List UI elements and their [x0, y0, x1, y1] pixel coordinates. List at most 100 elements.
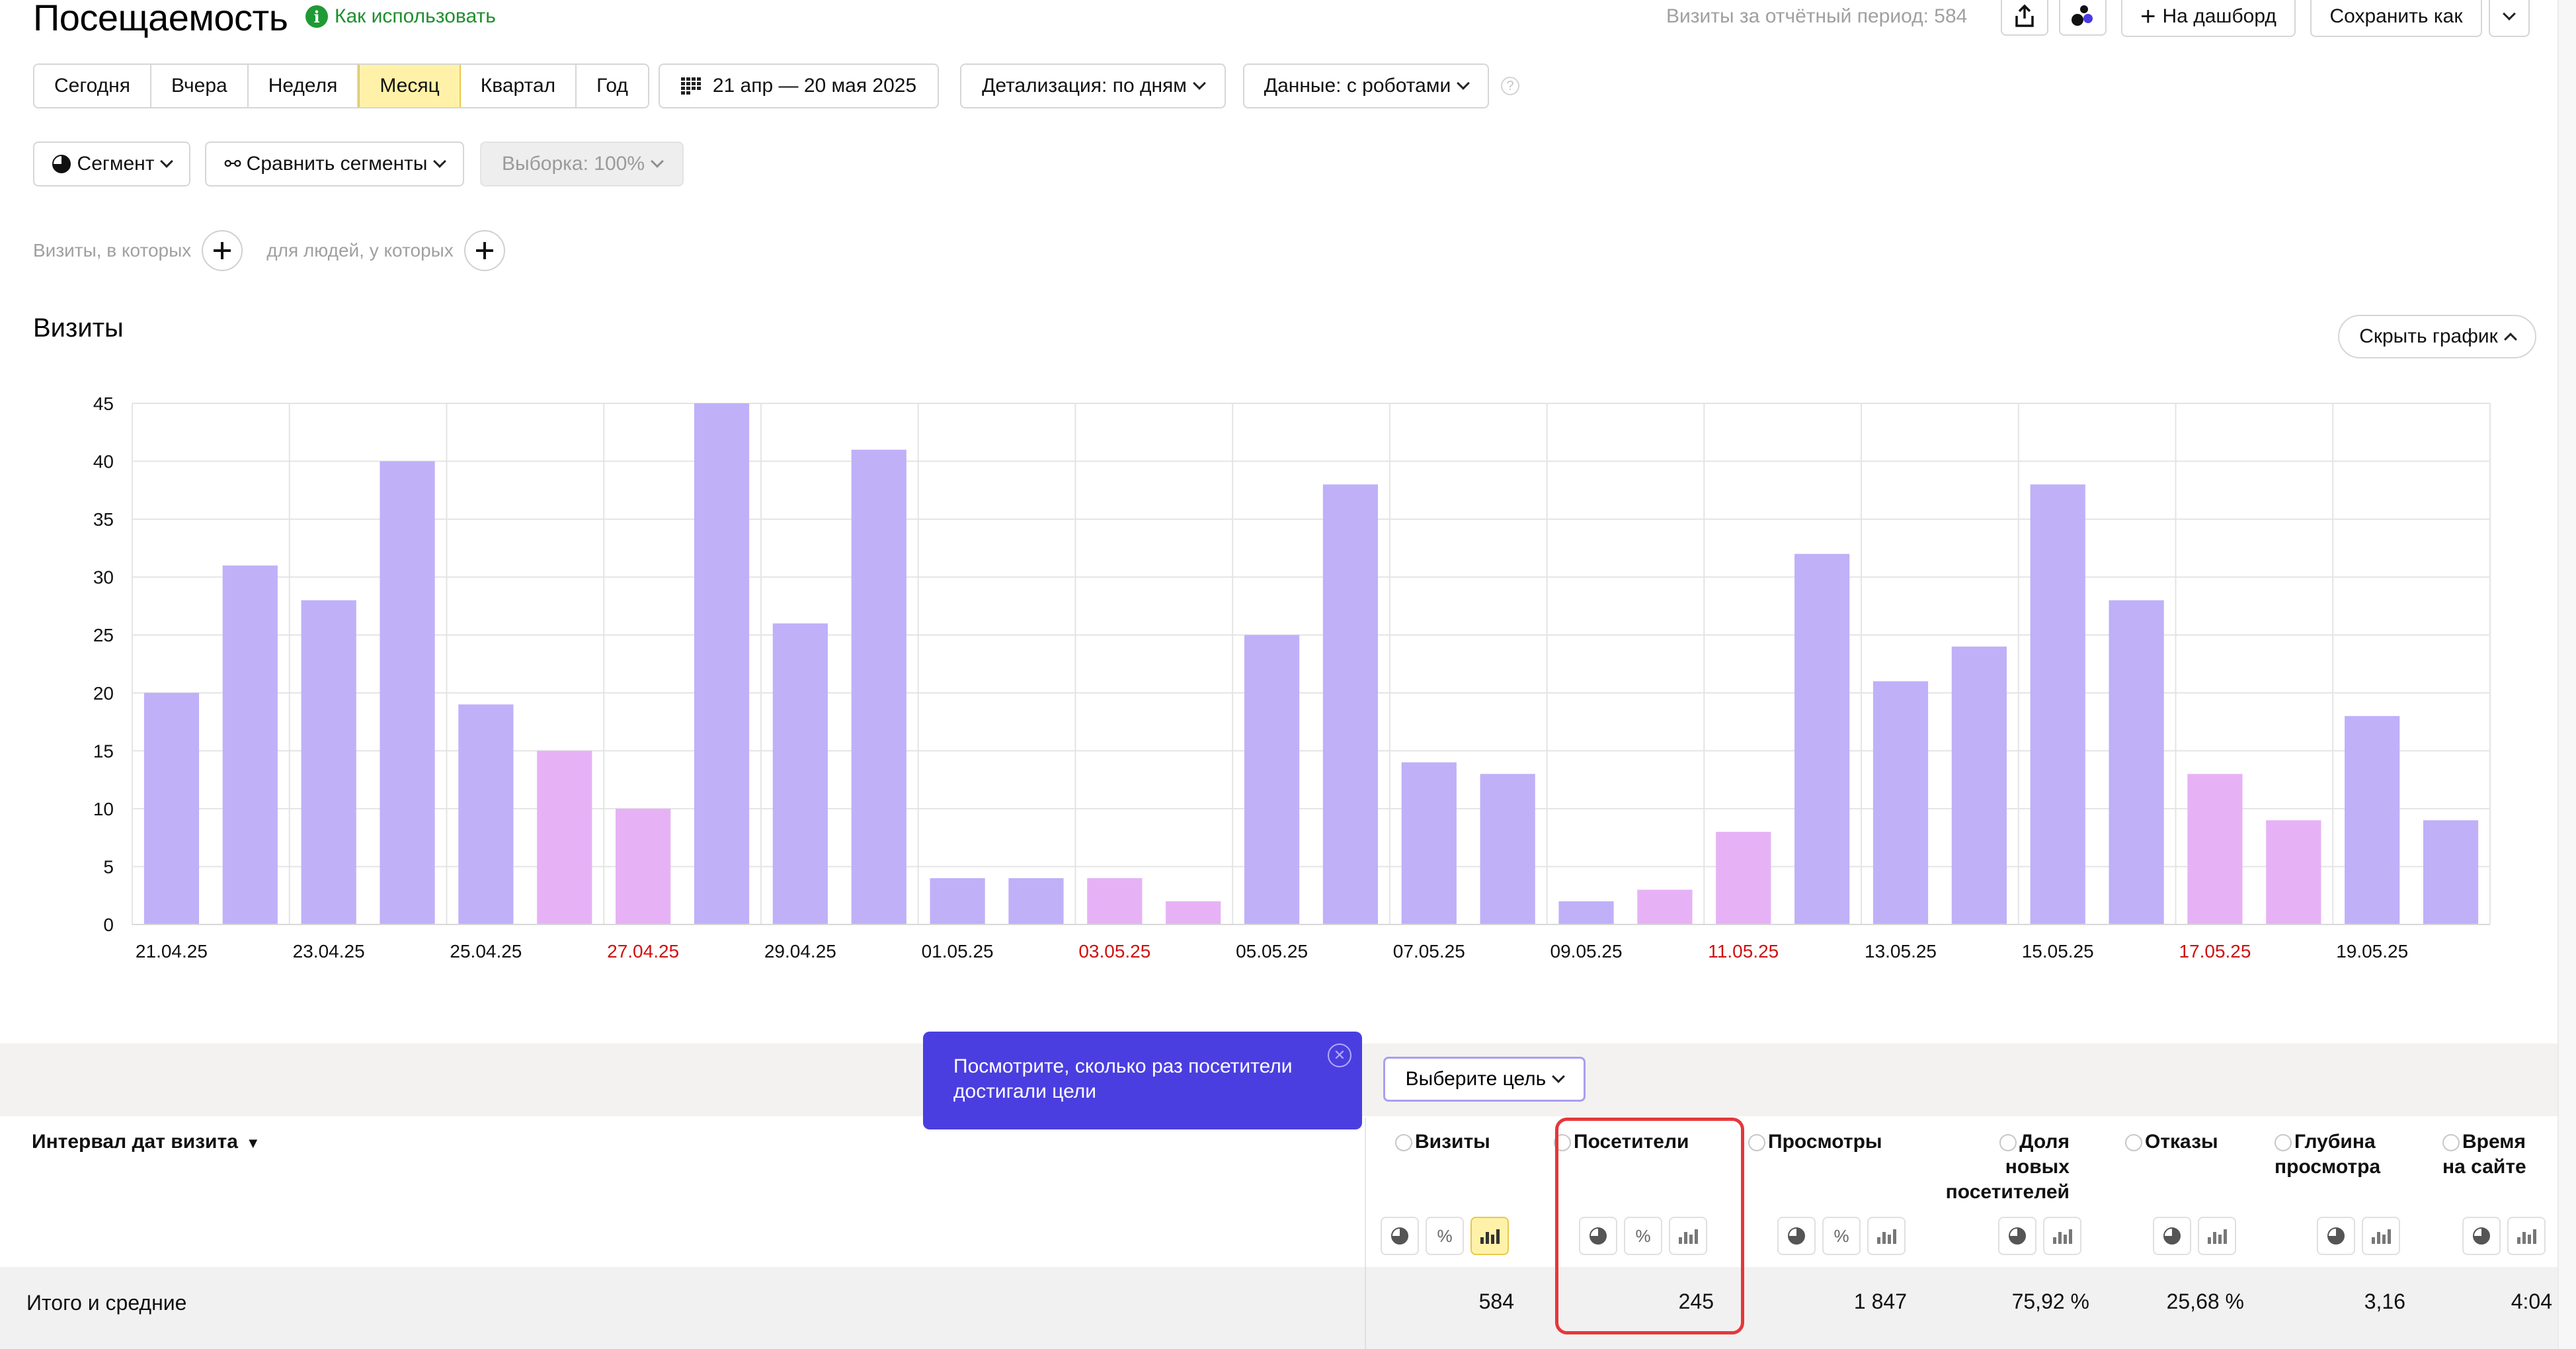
bar: [2345, 715, 2400, 924]
col-bounce-label: Отказы: [2145, 1131, 2218, 1153]
dimension-header[interactable]: Интервал дат визита ▼: [32, 1129, 261, 1156]
bar: [301, 600, 356, 924]
export-button[interactable]: [2001, 0, 2048, 36]
visits-column-tools: %: [1381, 1217, 1509, 1255]
x-tick-label: 11.05.25: [1708, 941, 1779, 961]
bar-chart-button[interactable]: [2507, 1217, 2546, 1255]
period-quarter[interactable]: Квартал: [460, 65, 577, 107]
bar: [1322, 484, 1379, 924]
x-tick-label: 03.05.25: [1078, 941, 1150, 961]
help-icon[interactable]: [1999, 1134, 2017, 1152]
period-yesterday[interactable]: Вчера: [151, 65, 249, 107]
pie-chart-button[interactable]: [2317, 1217, 2355, 1255]
segment-label: Сегмент: [77, 153, 155, 175]
help-link[interactable]: i Как использовать: [305, 5, 496, 28]
bar: [458, 704, 514, 924]
help-icon[interactable]: [1748, 1134, 1765, 1152]
bar: [1558, 901, 1614, 924]
pie-chart-button[interactable]: [1998, 1217, 2036, 1255]
pie-chart-icon: [1391, 1227, 1408, 1245]
help-icon[interactable]: ?: [1501, 77, 1519, 95]
detail-label: Детализация: по дням: [982, 75, 1187, 97]
col-header-time[interactable]: Время на сайте: [2442, 1129, 2528, 1180]
col-header-pageviews[interactable]: Просмотры: [1748, 1129, 1882, 1155]
percent-button[interactable]: %: [1822, 1217, 1861, 1255]
bar-chart-button[interactable]: [2043, 1217, 2081, 1255]
new-share-column-tools: [1998, 1217, 2081, 1255]
chart-title: Визиты: [33, 313, 124, 343]
bar-chart-button[interactable]: [2198, 1217, 2236, 1255]
pie-chart-icon: [52, 155, 71, 173]
help-icon[interactable]: [1395, 1134, 1412, 1152]
bar: [1480, 774, 1535, 924]
sample-label: Выборка: 100%: [502, 153, 645, 175]
col-header-depth[interactable]: Глубина просмотра: [2274, 1129, 2394, 1180]
alice-button[interactable]: [2059, 0, 2107, 36]
col-visits-label: Визиты: [1415, 1131, 1490, 1153]
close-icon[interactable]: ✕: [1328, 1043, 1351, 1067]
pie-chart-button[interactable]: [2462, 1217, 2501, 1255]
sample-dropdown[interactable]: Выборка: 100%: [480, 142, 684, 186]
save-as-button[interactable]: Сохранить как: [2310, 0, 2482, 37]
compare-segments-dropdown[interactable]: ⚯ Сравнить сегменты: [205, 142, 464, 186]
help-icon[interactable]: [2442, 1134, 2460, 1152]
bounce-column-tools: [2153, 1217, 2236, 1255]
date-range-label: 21 апр — 20 мая 2025: [712, 75, 917, 97]
hide-chart-button[interactable]: Скрыть график: [2338, 315, 2536, 358]
pie-chart-button[interactable]: [1381, 1217, 1419, 1255]
period-today[interactable]: Сегодня: [34, 65, 151, 107]
bar-chart-button[interactable]: [1470, 1217, 1509, 1255]
depth-column-tools: [2317, 1217, 2400, 1255]
y-tick-label: 25: [93, 625, 114, 645]
help-icon[interactable]: [2125, 1134, 2142, 1152]
col-header-new-share[interactable]: Доля новых посетителей: [1937, 1129, 2070, 1205]
goal-select-label: Выберите цель: [1405, 1068, 1547, 1090]
chevron-down-icon: [1457, 77, 1470, 90]
col-header-visits[interactable]: Визиты: [1395, 1129, 1490, 1155]
sort-desc-icon: ▼: [245, 1135, 261, 1151]
detail-dropdown[interactable]: Детализация: по дням: [960, 63, 1226, 108]
bar-chart-icon: [2371, 1228, 2391, 1244]
chevron-down-icon: [2503, 7, 2516, 20]
bar: [2423, 820, 2479, 924]
period-week[interactable]: Неделя: [248, 65, 359, 107]
chevron-down-icon: [651, 155, 664, 168]
pie-chart-icon: [2009, 1227, 2026, 1245]
plus-icon: [475, 242, 493, 259]
chevron-down-icon: [433, 155, 447, 168]
bar: [1951, 646, 2007, 924]
y-tick-label: 15: [93, 741, 114, 761]
time-column-tools: [2462, 1217, 2546, 1255]
dimension-header-label: Интервал дат визита: [32, 1131, 238, 1153]
add-to-dashboard-button[interactable]: + На дашборд: [2121, 0, 2296, 37]
bar: [694, 403, 750, 924]
add-visit-filter-button[interactable]: [202, 230, 243, 271]
bar: [772, 623, 828, 924]
chevron-down-icon: [1552, 1070, 1566, 1083]
y-tick-label: 35: [93, 509, 114, 530]
bar-chart-button[interactable]: [1867, 1217, 1906, 1255]
bar: [1244, 635, 1300, 924]
date-range-picker[interactable]: 21 апр — 20 мая 2025: [659, 63, 939, 108]
save-as-menu-button[interactable]: [2489, 0, 2530, 37]
percent-button[interactable]: %: [1426, 1217, 1464, 1255]
pie-chart-button[interactable]: [2153, 1217, 2191, 1255]
period-month[interactable]: Месяц: [358, 65, 461, 107]
y-tick-label: 10: [93, 799, 114, 819]
bar: [1008, 878, 1064, 924]
col-header-bounce[interactable]: Отказы: [2125, 1129, 2218, 1155]
bar: [1166, 901, 1221, 924]
goal-select-dropdown[interactable]: Выберите цель: [1383, 1057, 1586, 1102]
add-people-filter-button[interactable]: [463, 230, 505, 271]
x-tick-label: 19.05.25: [2336, 941, 2408, 961]
help-icon[interactable]: [2274, 1134, 2292, 1152]
scrollbar[interactable]: [2557, 0, 2576, 1349]
x-tick-label: 07.05.25: [1393, 941, 1465, 961]
pie-chart-button[interactable]: [1777, 1217, 1816, 1255]
bar: [930, 878, 985, 924]
bar-chart-button[interactable]: [2362, 1217, 2400, 1255]
y-tick-label: 40: [93, 452, 114, 472]
period-year[interactable]: Год: [577, 65, 648, 107]
segment-dropdown[interactable]: Сегмент: [33, 142, 190, 186]
data-mode-dropdown[interactable]: Данные: с роботами: [1243, 63, 1489, 108]
